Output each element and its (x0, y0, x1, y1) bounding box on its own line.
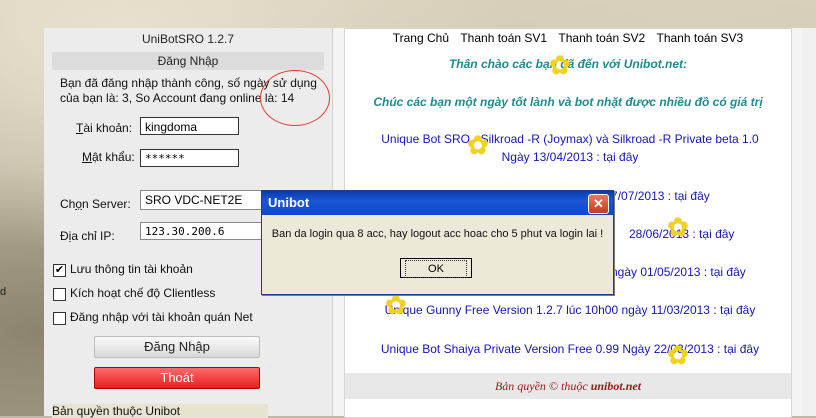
nav-payment-sv1[interactable]: Thanh toán SV1 (460, 31, 547, 45)
flower-icon: ✿ (467, 130, 489, 160)
login-button[interactable]: Đăng Nhập (94, 336, 260, 358)
news-line: Ngày 13/04/2013 : tại đây (501, 150, 639, 164)
save-account-label: Lưu thông tin tài khoản (70, 262, 193, 276)
server-select[interactable]: SRO VDC-NET2E (140, 190, 268, 210)
username-label: Tài khoản: (76, 121, 133, 135)
nav-payment-sv3[interactable]: Thanh toán SV3 (657, 31, 744, 45)
dialog-title: Unibot (268, 195, 310, 210)
nav-payment-sv2[interactable]: Thanh toán SV2 (558, 31, 645, 45)
password-label: Mật khẩu: (82, 150, 135, 164)
footer-text: Bản quyền © thuộc (494, 379, 588, 393)
flower-icon: ✿ (549, 50, 571, 80)
username-field[interactable]: kingdoma (140, 117, 239, 135)
news-item-hidden-2[interactable]: 28/06/2013 : tại đây (629, 225, 785, 243)
web-footer: Bản quyền © thuộc unibot.net (345, 373, 791, 399)
flower-icon: ✿ (385, 290, 407, 320)
footer-brand-link[interactable]: unibot.net (591, 379, 641, 393)
error-dialog: Unibot ✕ Ban da login qua 8 acc, hay log… (261, 190, 614, 295)
scrollbar[interactable] (802, 28, 816, 416)
dialog-titlebar[interactable]: Unibot ✕ (262, 191, 613, 215)
nav-home[interactable]: Trang Chủ (393, 31, 449, 45)
news-line: Unique Bot SRO - Silkroad -R (Joymax) và… (381, 132, 759, 146)
close-icon[interactable]: ✕ (588, 194, 609, 214)
background-text-fragment: d (0, 286, 7, 298)
password-field[interactable]: ****** (140, 149, 239, 167)
news-item-shaiya[interactable]: Unique Bot Shaiya Private Version Free 0… (355, 340, 785, 358)
flower-icon: ✿ (667, 212, 689, 242)
server-label: Chọn Server: (60, 197, 131, 211)
exit-button[interactable]: Thoát (94, 367, 260, 389)
app-title: UniBotSRO 1.2.7 (141, 32, 235, 46)
wish-text: Chúc các bạn một ngày tốt lành và bot nh… (373, 95, 763, 109)
news-item-hidden-3[interactable]: ngày 01/05/2013 : tại đây (611, 263, 785, 281)
net-cafe-label: Đăng nhập với tài khoản quán Net (70, 310, 253, 324)
net-cafe-checkbox[interactable] (53, 312, 66, 325)
news-item-silkroad[interactable]: Unique Bot SRO - Silkroad -R (Joymax) và… (355, 130, 785, 166)
ip-label: Địa chỉ IP: (60, 229, 115, 243)
flower-icon: ✿ (667, 340, 689, 370)
clientless-label: Kích hoạt chế độ Clientless (70, 286, 216, 300)
web-nav: Trang Chủ Thanh toán SV1 Thanh toán SV2 … (345, 31, 791, 45)
login-header: Đăng Nhập (52, 52, 324, 70)
ip-field[interactable]: 123.30.200.6 (140, 222, 268, 240)
ok-button[interactable]: OK (400, 258, 472, 278)
clientless-checkbox[interactable] (53, 288, 66, 301)
dialog-message: Ban da login qua 8 acc, hay logout acc h… (271, 228, 604, 240)
news-item-gunny[interactable]: Unique Gunny Free Version 1.2.7 lúc 10h0… (355, 301, 785, 319)
ok-button-label: OK (405, 260, 467, 278)
save-account-checkbox[interactable]: ✔ (53, 264, 66, 277)
red-circle-annotation (260, 70, 330, 126)
